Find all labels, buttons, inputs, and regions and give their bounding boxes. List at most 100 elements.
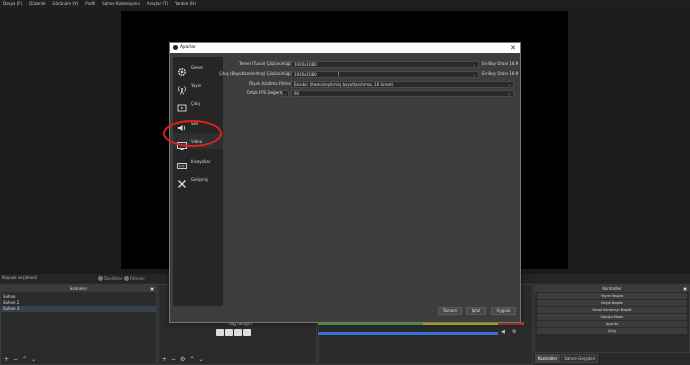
chevron-down-icon: ⌄ [472,72,476,77]
filter-icon [124,276,129,281]
menu-scene-collection[interactable]: Sahne Koleksiyonu [102,0,140,8]
ok-button[interactable]: Tamam [438,307,462,315]
menu-file[interactable]: Dosya (F) [3,0,22,8]
scenes-header: Sahneler ▣ [1,285,156,292]
browser-icon [234,329,242,336]
gear-icon[interactable]: ⚙ [512,329,516,335]
settings-button[interactable]: Ayarlar [537,321,687,327]
fps-row: Ortak FPS Değerleri [228,89,286,97]
highlight-annotation [163,120,222,147]
menu-view[interactable]: Görünüm (V) [52,0,78,8]
output-resolution-row: Çıkış (Boyutlandırılmış) Çözünürlüğü [219,70,292,78]
add-icon[interactable]: + [4,356,9,363]
base-resolution-value: 1920x1080 [294,62,317,67]
fps-select[interactable]: 60 ⌄ [291,90,514,97]
downscale-filter-select[interactable]: Bicubic (Keskinleştirmiş boyutlandırma, … [291,81,514,88]
controls-tabs: Kontroller Sahne Geçişleri [535,354,599,363]
menu-edit[interactable]: Düzenle [29,0,45,8]
nav-label: Kısayollar [191,158,211,164]
image-icon [216,329,224,336]
output-resolution-value: 1920x1080 [294,72,317,77]
nav-label: Gelişmiş [191,176,208,182]
downscale-filter-label: Ölçek Azaltma Filtresi [248,81,292,86]
text-cursor-icon: I [338,72,340,78]
keyboard-icon [177,156,187,169]
output-resolution-label: Çıkış (Boyutlandırılmış) Çözünürlüğü [219,71,292,76]
remove-icon[interactable]: − [13,356,18,363]
nav-hotkeys[interactable]: Kısayollar [173,153,223,169]
move-down-icon[interactable]: ⌄ [198,356,203,363]
nav-label: Yayın [191,82,202,88]
add-icon[interactable]: + [162,356,167,363]
dialog-title: Ayarlar [180,45,196,50]
base-resolution-label: Temel (Tuval) Çözünürlüğü [239,61,292,66]
close-icon[interactable]: ✕ [510,43,516,53]
dock-float-icon[interactable]: ▣ [150,285,154,292]
nav-general[interactable]: Genel [173,59,223,77]
scenes-dock: Sahneler ▣ Sahne Sahne 2 Sahne 3 + − ⌃ ⌄ [0,284,157,365]
sources-footer: + − ⚙ ⌃ ⌄ [159,355,316,364]
nav-label: Genel [191,64,203,70]
output-icon [177,98,187,112]
studio-mode-button[interactable]: Stüdyo Modu [537,314,687,320]
controls-header: Kontroller ▣ [535,285,689,292]
nav-label: Çıkış [191,100,201,106]
cancel-button[interactable]: İptal [466,307,486,315]
fps-label: Ortak FPS Değerleri [246,90,286,95]
nav-output[interactable]: Çıkış [173,95,223,112]
apply-button[interactable]: Uygula [491,307,516,315]
nav-advanced[interactable]: Gelişmiş [173,171,223,188]
volume-slider[interactable] [318,332,498,335]
chevron-down-icon: ⌄ [507,82,511,87]
menu-help[interactable]: Yardım (H) [175,0,196,8]
base-aspect-ratio: En-Boy Oranı 16:9 [482,61,519,66]
chevron-down-icon: ⌄ [283,91,287,96]
broadcast-icon [177,80,187,95]
speaker-icon[interactable]: ◀ [501,329,505,335]
controls-title: Kontroller [602,286,622,291]
fps-type-select[interactable]: ⌄ [282,90,289,97]
move-down-icon[interactable]: ⌄ [31,356,36,363]
obs-logo-icon [173,45,178,50]
scenes-title: Sahneler [69,286,88,291]
camera-icon [243,329,251,336]
start-virtual-camera-button[interactable]: Sanal Kamerayı Başlat [537,307,687,313]
settings-sidebar: Genel Yayın Çıkış Ses Video Kısayollar G… [173,57,223,306]
start-stream-button[interactable]: Yayını Başlat [537,293,687,299]
downscale-filter-row: Ölçek Azaltma Filtresi [228,80,292,88]
menu-bar: Dosya (F) Düzenle Görünüm (V) Profil Sah… [0,0,690,8]
no-source-label: Kaynak seçilmedi [2,275,37,280]
tab-controls[interactable]: Kontroller [535,354,561,363]
move-up-icon[interactable]: ⌃ [189,356,194,363]
move-up-icon[interactable]: ⌃ [22,356,27,363]
exit-button[interactable]: Çıkış [537,328,687,334]
downscale-filter-value: Bicubic (Keskinleştirmiş boyutlandırma, … [294,82,394,87]
menu-tools[interactable]: Araçlar (T) [147,0,168,8]
chevron-down-icon: ⌄ [472,62,476,67]
start-record-button[interactable]: Kaydı Başlat [537,300,687,306]
scenes-footer: + − ⌃ ⌄ [1,355,156,364]
menu-profile[interactable]: Profil [85,0,95,8]
audio-mixer: ◀ ⚙ [318,320,528,342]
base-resolution-row: Temel (Tuval) Çözünürlüğü [228,60,292,68]
output-resolution-input[interactable]: 1920x1080 ⌄ [291,71,479,78]
gear-icon[interactable]: ⚙ [180,356,185,363]
dock-float-icon[interactable]: ▣ [683,285,687,292]
controls-dock: Kontroller ▣ Yayını Başlat Kaydı Başlat … [534,284,690,353]
settings-dialog: Ayarlar ✕ Genel Yayın Çıkış Ses Video Kı… [169,42,521,323]
gear-icon [98,276,103,281]
filters-button[interactable]: Filtreler [124,275,145,282]
output-aspect-ratio: En-Boy Oranı 16:9 [482,71,519,76]
display-icon [225,329,233,336]
sources-empty-icons [216,329,251,336]
properties-button[interactable]: Özellikler [98,275,123,282]
gear-icon [177,62,187,77]
scene-item-selected[interactable]: Sahne 3 [1,306,156,312]
properties-label: Özellikler [104,276,123,281]
chevron-down-icon: ⌄ [507,91,511,96]
nav-stream[interactable]: Yayın [173,77,223,95]
tab-scene-transitions[interactable]: Sahne Geçişleri [561,354,599,363]
remove-icon[interactable]: − [171,356,176,363]
base-resolution-input[interactable]: 1920x1080 ⌄ [291,61,479,68]
fps-value: 60 [294,91,300,96]
